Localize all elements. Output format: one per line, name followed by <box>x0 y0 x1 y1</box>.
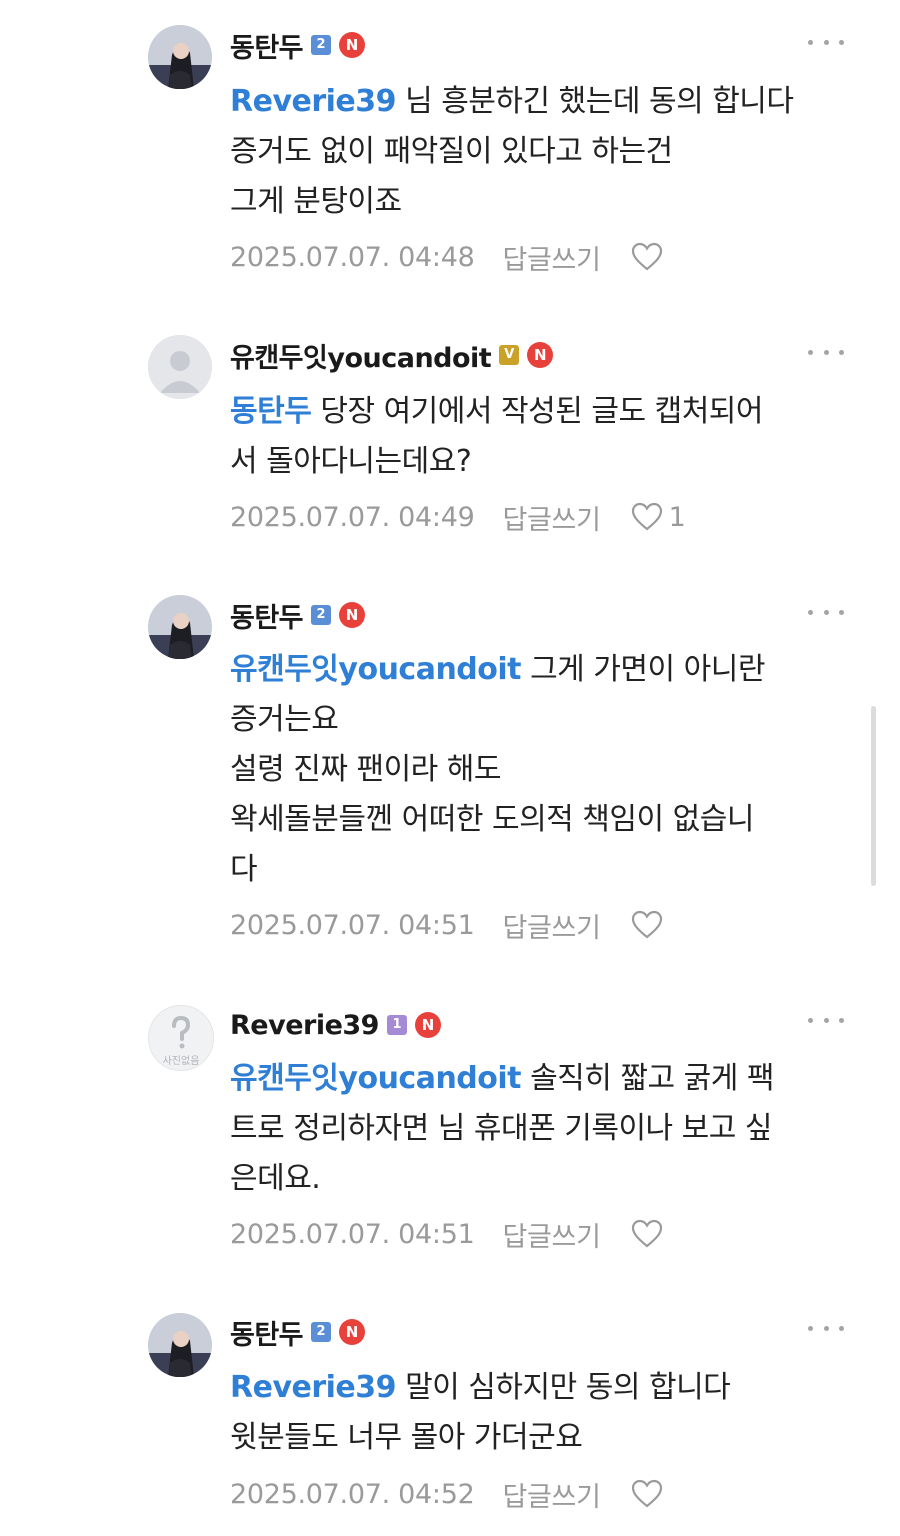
new-badge: N <box>527 342 554 368</box>
new-badge: N <box>339 32 366 58</box>
comment-timestamp: 2025.07.07. 04:51 <box>230 1218 475 1250</box>
mention-link[interactable]: Reverie39 <box>230 84 397 119</box>
author-name[interactable]: 동탄두 <box>230 596 304 635</box>
like-button[interactable] <box>631 1479 669 1509</box>
no-photo-caption: 사진없음 <box>162 1056 200 1067</box>
more-options-button[interactable] <box>808 1010 844 1030</box>
member-level-badge: 2 <box>311 1322 332 1342</box>
reply-button[interactable]: 답글쓰기 <box>502 906 600 945</box>
comment-meta: 2025.07.07. 04:51 답글쓰기 <box>230 905 669 945</box>
more-dot-icon <box>839 609 844 615</box>
mention-link[interactable]: 유캔두잇youcandoit <box>230 1061 522 1096</box>
mention-link[interactable]: 동탄두 <box>230 394 312 429</box>
comment-text-rest: 서 돌아다니는데요? <box>230 444 472 479</box>
new-badge: N <box>339 1319 366 1345</box>
comment-body: 동탄두 당장 여기에서 작성된 글도 캡처되어 서 돌아다니는데요? <box>230 387 850 487</box>
like-button[interactable] <box>631 910 669 940</box>
more-dot-icon <box>823 349 829 355</box>
more-dot-icon <box>839 1325 844 1331</box>
like-count: 1 <box>668 501 686 533</box>
reply-button[interactable]: 답글쓰기 <box>502 1215 600 1254</box>
more-dot-icon <box>839 349 844 355</box>
heart-icon <box>631 242 662 271</box>
more-dot-icon <box>808 39 813 45</box>
mention-link[interactable]: 유캔두잇youcandoit <box>230 652 522 687</box>
avatar[interactable]: 사진없음 <box>148 1005 214 1071</box>
comment-text-rest: 증거는요 설령 진짜 팬이라 해도 왁세돌분들껜 어떠한 도의적 책임이 없습니… <box>230 702 754 887</box>
more-options-button[interactable] <box>808 1318 844 1338</box>
heart-icon <box>631 1219 662 1248</box>
more-dot-icon <box>808 1325 813 1331</box>
heart-icon <box>631 502 662 531</box>
comment-body: Reverie39 말이 심하지만 동의 합니다 윗분들도 너무 몰아 가더군요 <box>230 1363 850 1463</box>
author-row: Reverie39 1 N <box>230 1005 441 1045</box>
more-dot-icon <box>823 39 829 45</box>
new-badge: N <box>414 1012 441 1038</box>
avatar[interactable] <box>148 595 212 659</box>
heart-icon <box>631 1479 662 1508</box>
comment-body: Reverie39 님 흥분하긴 했는데 동의 합니다 증거도 없이 패악질이 … <box>230 77 850 227</box>
reply-button[interactable]: 답글쓰기 <box>502 1475 600 1514</box>
more-dot-icon <box>808 1017 813 1023</box>
author-name[interactable]: 유캔두잇youcandoit <box>230 336 492 375</box>
member-level-badge: 2 <box>311 605 332 625</box>
author-name[interactable]: 동탄두 <box>230 1313 304 1352</box>
mention-link[interactable]: Reverie39 <box>230 1370 397 1405</box>
comment-meta: 2025.07.07. 04:48 답글쓰기 <box>230 237 669 277</box>
member-level-badge: 2 <box>311 35 332 55</box>
comment-timestamp: 2025.07.07. 04:49 <box>230 501 475 533</box>
comment-timestamp: 2025.07.07. 04:51 <box>230 909 475 941</box>
more-dot-icon <box>839 39 844 45</box>
author-row: 동탄두 2 N <box>230 595 366 635</box>
like-button[interactable] <box>631 1219 669 1249</box>
author-row: 동탄두 2 N <box>230 1312 366 1352</box>
author-name[interactable]: 동탄두 <box>230 26 304 65</box>
comment-timestamp: 2025.07.07. 04:52 <box>230 1478 475 1510</box>
member-level-badge: 1 <box>386 1015 407 1035</box>
comment-meta: 2025.07.07. 04:49 답글쓰기 1 <box>230 497 686 537</box>
comment-text-rest: 증거도 없이 패악질이 있다고 하는건 그게 분탕이죠 <box>230 134 673 219</box>
more-dot-icon <box>808 609 813 615</box>
avatar[interactable] <box>148 1313 212 1377</box>
comment-text-rest: 윗분들도 너무 몰아 가더군요 <box>230 1420 583 1455</box>
more-dot-icon <box>823 1017 829 1023</box>
new-badge: N <box>339 602 366 628</box>
reply-button[interactable]: 답글쓰기 <box>502 238 600 277</box>
comment-list: 동탄두 2 N Reverie39 님 흥분하긴 했는데 동의 합니다 증거도 … <box>0 0 900 1536</box>
author-row: 동탄두 2 N <box>230 25 366 65</box>
more-options-button[interactable] <box>808 342 844 362</box>
comment-body: 유캔두잇youcandoit 솔직히 짧고 굵게 팩 트로 정리하자면 님 휴대… <box>230 1054 850 1204</box>
like-button[interactable] <box>631 242 669 272</box>
more-dot-icon <box>823 609 829 615</box>
comment-text: 당장 여기에서 작성된 글도 캡처되어 <box>311 394 763 429</box>
comment-timestamp: 2025.07.07. 04:48 <box>230 241 475 273</box>
comment-text: 솔직히 짧고 굵게 팩 <box>521 1061 774 1096</box>
member-level-badge: V <box>499 345 520 365</box>
more-options-button[interactable] <box>808 32 844 52</box>
comment-text: 님 흥분하긴 했는데 동의 합니다 <box>396 84 794 119</box>
comment-text: 그게 가면이 아니란 <box>521 652 765 687</box>
comment-text-rest: 트로 정리하자면 님 휴대폰 기록이나 보고 싶 은데요. <box>230 1111 773 1196</box>
more-options-button[interactable] <box>808 602 844 622</box>
comment-body: 유캔두잇youcandoit 그게 가면이 아니란 증거는요 설령 진짜 팬이라… <box>230 645 850 895</box>
more-dot-icon <box>839 1017 844 1023</box>
more-dot-icon <box>808 349 813 355</box>
comment-meta: 2025.07.07. 04:52 답글쓰기 <box>230 1474 669 1514</box>
scrollbar[interactable] <box>871 706 876 886</box>
avatar[interactable] <box>148 335 212 399</box>
heart-icon <box>631 910 662 939</box>
comment-text: 말이 심하지만 동의 합니다 <box>396 1370 731 1405</box>
author-row: 유캔두잇youcandoit V N <box>230 335 554 375</box>
author-name[interactable]: Reverie39 <box>230 1010 379 1041</box>
comment-meta: 2025.07.07. 04:51 답글쓰기 <box>230 1214 669 1254</box>
like-button[interactable]: 1 <box>631 502 686 533</box>
reply-button[interactable]: 답글쓰기 <box>502 498 600 537</box>
avatar[interactable] <box>148 25 212 89</box>
more-dot-icon <box>823 1325 829 1331</box>
